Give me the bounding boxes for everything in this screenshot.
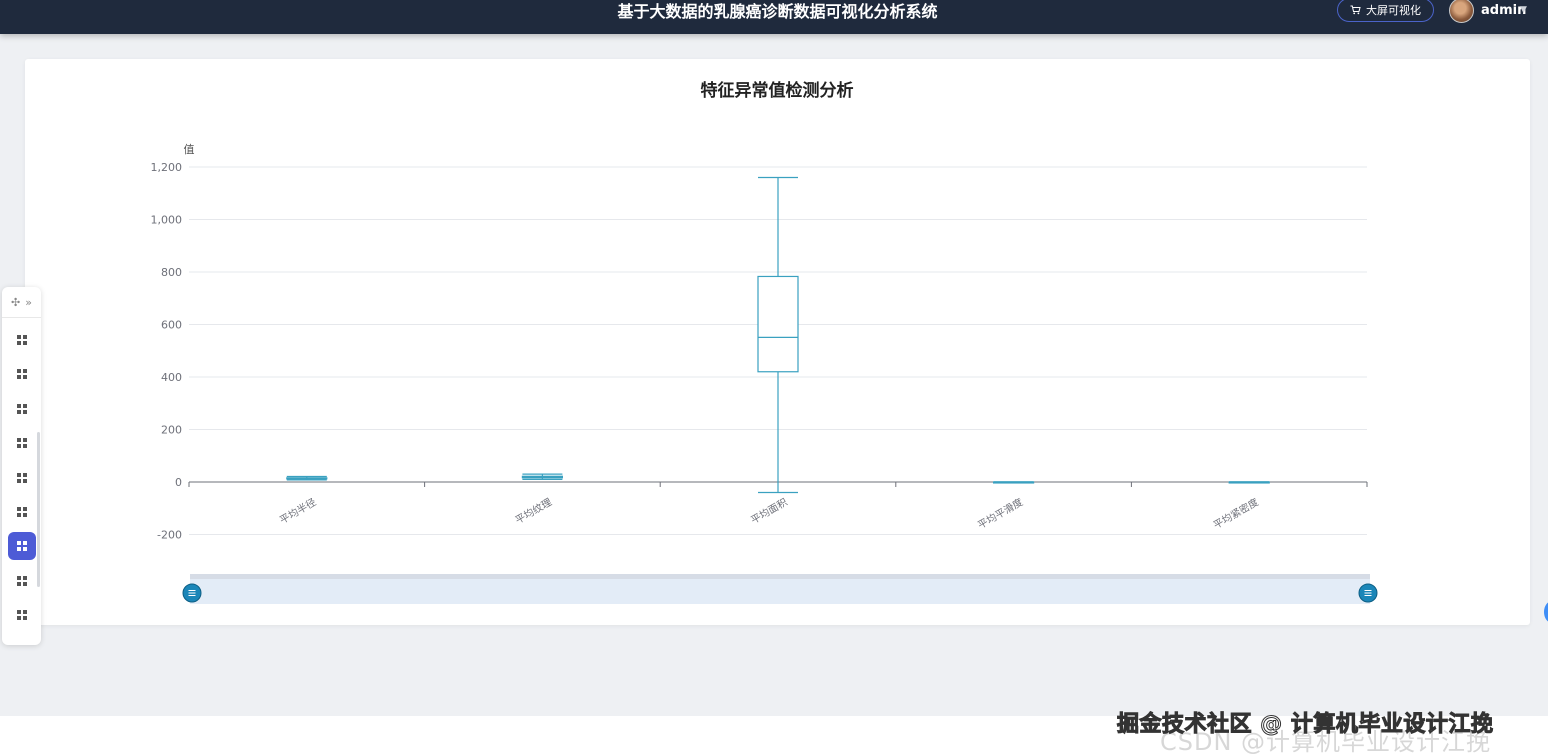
y-tick-label: 400 xyxy=(161,371,182,384)
grid-icon xyxy=(17,610,27,620)
y-tick-label: 600 xyxy=(161,319,182,332)
toolbar-item[interactable] xyxy=(8,326,36,354)
floating-edge-button[interactable] xyxy=(1544,601,1548,623)
boxplot-item[interactable] xyxy=(992,481,1035,484)
grid-icon xyxy=(17,369,27,379)
toolbar-item[interactable] xyxy=(8,532,36,560)
big-screen-label: 大屏可视化 xyxy=(1366,4,1421,17)
boxplot-chart: 特征异常值检测分析 值 -200 0 200 400 600 800 1,000 1,200 平… xyxy=(151,80,1378,604)
y-tick-label: 1,000 xyxy=(151,214,183,227)
watermark-main: 掘金技术社区 @ 计算机毕业设计江挽 xyxy=(1116,712,1494,738)
toolbar-scrollbar[interactable] xyxy=(37,432,40,587)
y-tick-label: 200 xyxy=(161,424,182,437)
grid-icon xyxy=(17,507,27,517)
side-toolbar: ✣ » xyxy=(2,287,41,645)
toolbar-item[interactable] xyxy=(8,567,36,595)
grid-icon xyxy=(17,541,27,551)
grid-icon xyxy=(17,438,27,448)
grid-icon xyxy=(17,576,27,586)
chevron-down-icon[interactable]: ▼ xyxy=(1520,3,1527,17)
box-iqr xyxy=(757,275,799,373)
y-tick-label: 800 xyxy=(161,266,182,279)
grid-icon xyxy=(17,473,27,483)
toolbar-item[interactable] xyxy=(8,429,36,457)
y-tick-label: 0 xyxy=(175,476,182,489)
toolbar-item[interactable] xyxy=(8,601,36,629)
grid-icon xyxy=(17,404,27,414)
datazoom-top-bar xyxy=(190,574,1370,579)
x-tick-label: 平均面积 xyxy=(749,496,790,526)
x-tick-label: 平均平滑度 xyxy=(975,495,1025,531)
app-title: 基于大数据的乳腺癌诊断数据可视化分析系统 xyxy=(617,2,938,21)
top-bar: 基于大数据的乳腺癌诊断数据可视化分析系统 大屏可视化 admin ▼ xyxy=(0,0,1548,34)
grid-icon xyxy=(17,335,27,345)
y-axis-title: 值 xyxy=(184,143,195,156)
toolbar-header: ✣ » xyxy=(2,287,41,318)
chart-title: 特征异常值检测分析 xyxy=(701,80,854,101)
big-screen-button[interactable]: 大屏可视化 xyxy=(1337,0,1434,22)
cart-icon xyxy=(1350,5,1361,15)
boxplot-item[interactable] xyxy=(286,475,328,481)
toolbar-item[interactable] xyxy=(8,464,36,492)
boxplot-item[interactable] xyxy=(1228,481,1270,484)
toolbar-item[interactable] xyxy=(8,498,36,526)
y-tick-label: 1,200 xyxy=(151,161,183,174)
x-tick-label: 平均半径 xyxy=(277,495,318,526)
toolbar-item[interactable] xyxy=(8,360,36,388)
move-icon[interactable]: ✣ xyxy=(11,296,20,309)
boxplot-item[interactable] xyxy=(521,473,563,480)
toolbar-item[interactable] xyxy=(8,395,36,423)
double-chevron-right-icon[interactable]: » xyxy=(25,296,32,309)
chart-panel: 特征异常值检测分析 值 -200 0 200 400 600 800 1,000 1,200 平… xyxy=(25,59,1530,625)
x-tick-label: 平均纹理 xyxy=(513,495,554,526)
boxplot-item[interactable] xyxy=(757,176,799,494)
y-tick-label: -200 xyxy=(157,529,182,542)
x-tick-label: 平均紧密度 xyxy=(1211,495,1261,531)
